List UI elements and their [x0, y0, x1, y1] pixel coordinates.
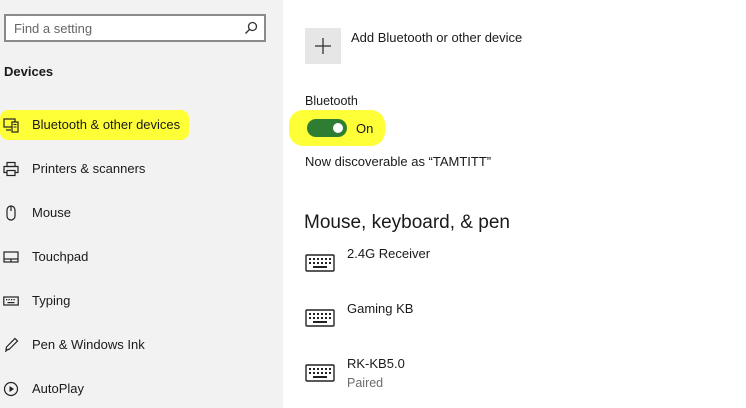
sidebar-item-label: Printers & scanners: [32, 161, 146, 176]
add-device-label[interactable]: Add Bluetooth or other device: [351, 30, 522, 45]
sidebar-item-label: Bluetooth & other devices: [32, 117, 181, 132]
search-icon[interactable]: [244, 21, 258, 35]
device-item[interactable]: RK-KB5.0 Paired: [305, 356, 605, 402]
sidebar-item-typing[interactable]: Typing: [0, 286, 200, 316]
mouse-icon: [6, 205, 16, 221]
printer-icon: [3, 161, 19, 177]
sidebar-item-pen[interactable]: Pen & Windows Ink: [0, 330, 200, 360]
search-box[interactable]: [4, 14, 266, 42]
sidebar-item-label: Mouse: [32, 205, 72, 220]
sidebar-item-mouse[interactable]: Mouse: [0, 198, 200, 228]
section-heading: Devices: [4, 64, 54, 79]
bluetooth-heading: Bluetooth: [305, 94, 358, 108]
search-input[interactable]: [14, 19, 234, 37]
device-item[interactable]: 2.4G Receiver: [305, 246, 605, 292]
device-status: Paired: [347, 376, 384, 390]
toggle-state-label: On: [356, 121, 374, 136]
touchpad-icon: [3, 251, 19, 263]
sidebar-item-label: Typing: [32, 293, 71, 308]
add-device-button[interactable]: [305, 28, 341, 64]
section-title: Mouse, keyboard, & pen: [304, 212, 510, 233]
autoplay-icon: [3, 381, 19, 397]
toggle-knob: [333, 123, 343, 133]
sidebar-item-label: AutoPlay: [32, 381, 85, 396]
bluetooth-toggle[interactable]: [307, 119, 347, 137]
sidebar-item-touchpad[interactable]: Touchpad: [0, 242, 200, 272]
sidebar-item-printers[interactable]: Printers & scanners: [0, 154, 200, 184]
sidebar: Devices Bluetooth & other devices Printe…: [0, 0, 283, 408]
pen-icon: [4, 337, 19, 352]
bluetooth-devices-icon: [3, 118, 19, 133]
discoverable-text: Now discoverable as “TAMTITT”: [305, 154, 492, 169]
keyboard-icon: [305, 364, 335, 382]
device-name: RK-KB5.0: [347, 356, 405, 371]
keyboard-icon: [3, 296, 19, 306]
device-name: Gaming KB: [347, 301, 414, 316]
keyboard-icon: [305, 254, 335, 272]
settings-window: Devices Bluetooth & other devices Printe…: [0, 0, 746, 408]
main-content: Add Bluetooth or other device Bluetooth …: [283, 0, 746, 408]
sidebar-item-bluetooth[interactable]: Bluetooth & other devices: [0, 110, 189, 140]
device-name: 2.4G Receiver: [347, 246, 431, 261]
plus-icon: [315, 38, 331, 54]
sidebar-item-label: Pen & Windows Ink: [32, 337, 145, 352]
keyboard-icon: [305, 309, 335, 327]
sidebar-item-autoplay[interactable]: AutoPlay: [0, 374, 200, 404]
device-item[interactable]: Gaming KB: [305, 301, 605, 347]
sidebar-item-label: Touchpad: [32, 249, 89, 264]
